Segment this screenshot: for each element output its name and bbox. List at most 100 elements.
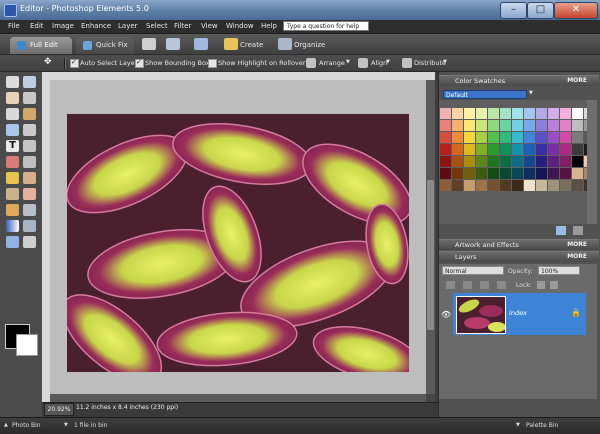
color-swatch[interactable] xyxy=(488,132,499,143)
crop-tool-icon[interactable] xyxy=(23,140,36,152)
arrange-dropdown[interactable]: Arrange xyxy=(319,59,345,67)
color-swatches-header[interactable]: Color Swatches MORE xyxy=(439,75,599,86)
magic-wand-tool-icon[interactable] xyxy=(6,124,19,136)
layers-header[interactable]: Layers MORE xyxy=(439,251,599,262)
color-swatch[interactable] xyxy=(452,180,463,191)
color-swatch[interactable] xyxy=(512,156,523,167)
color-swatch[interactable] xyxy=(560,132,571,143)
color-swatch[interactable] xyxy=(512,132,523,143)
color-swatch[interactable] xyxy=(512,168,523,179)
photo-bin-toggle-icon[interactable]: ▲ xyxy=(4,422,8,428)
paint-bucket-tool-icon[interactable] xyxy=(23,220,36,232)
document-size-info[interactable]: 11.2 inches x 8.4 inches (230 ppi) xyxy=(76,404,178,411)
color-swatch[interactable] xyxy=(572,144,583,155)
color-swatch[interactable] xyxy=(560,168,571,179)
blur-tool-icon[interactable] xyxy=(6,236,19,248)
brush-tool-icon[interactable] xyxy=(6,204,19,216)
color-swatch[interactable] xyxy=(440,108,451,119)
vertical-scrollbar[interactable] xyxy=(426,80,435,394)
color-swatch[interactable] xyxy=(464,132,475,143)
color-swatch[interactable] xyxy=(548,132,559,143)
zoom-tool-icon[interactable] xyxy=(23,76,36,88)
color-swatch[interactable] xyxy=(572,180,583,191)
artwork-effects-header[interactable]: Artwork and Effects MORE xyxy=(439,239,599,250)
blend-mode-select[interactable]: Normal xyxy=(442,266,504,275)
delete-layer-icon[interactable] xyxy=(480,281,489,289)
coleus-photo[interactable] xyxy=(67,114,409,372)
shape-tool-icon[interactable] xyxy=(6,172,19,184)
color-swatch[interactable] xyxy=(524,108,535,119)
color-swatch[interactable] xyxy=(440,132,451,143)
color-swatch[interactable] xyxy=(464,144,475,155)
color-swatch[interactable] xyxy=(500,108,511,119)
color-swatch[interactable] xyxy=(476,156,487,167)
color-swatch[interactable] xyxy=(524,156,535,167)
color-swatch[interactable] xyxy=(452,144,463,155)
auto-select-layer-checkbox[interactable] xyxy=(70,58,79,68)
color-swatch[interactable] xyxy=(524,144,535,155)
new-layer-icon[interactable] xyxy=(446,281,455,289)
color-swatch[interactable] xyxy=(512,180,523,191)
color-swatch[interactable] xyxy=(440,168,451,179)
opacity-field[interactable]: 100% xyxy=(538,266,580,275)
zoom-level-field[interactable]: 20.92% xyxy=(44,403,74,416)
color-swatch[interactable] xyxy=(440,180,451,191)
color-swatch[interactable] xyxy=(452,168,463,179)
color-swatch[interactable] xyxy=(488,168,499,179)
color-swatch[interactable] xyxy=(572,156,583,167)
delete-swatch-icon[interactable] xyxy=(573,226,583,235)
color-swatch[interactable] xyxy=(572,108,583,119)
create-button[interactable]: Create xyxy=(240,41,263,49)
color-swatch[interactable] xyxy=(548,168,559,179)
menu-edit[interactable]: Edit xyxy=(30,22,44,30)
order-prints-icon[interactable] xyxy=(194,38,208,50)
color-swatch[interactable] xyxy=(440,144,451,155)
photo-bin-button[interactable]: Photo Bin xyxy=(12,422,41,429)
color-swatch[interactable] xyxy=(524,180,535,191)
color-swatch[interactable] xyxy=(440,120,451,131)
color-swatch[interactable] xyxy=(476,120,487,131)
color-swatch[interactable] xyxy=(536,108,547,119)
selection-brush-tool-icon[interactable] xyxy=(23,124,36,136)
marquee-tool-icon[interactable] xyxy=(6,108,19,120)
color-swatch[interactable] xyxy=(464,156,475,167)
palette-bin-button[interactable]: Palette Bin xyxy=(526,422,558,429)
menu-enhance[interactable]: Enhance xyxy=(81,22,111,30)
cookie-cutter-tool-icon[interactable] xyxy=(23,156,36,168)
color-swatch[interactable] xyxy=(548,120,559,131)
color-swatch[interactable] xyxy=(452,132,463,143)
menu-image[interactable]: Image xyxy=(52,22,74,30)
color-swatch[interactable] xyxy=(488,180,499,191)
palette-bin-toggle-icon[interactable]: ▼ xyxy=(516,422,520,428)
clone-stamp-tool-icon[interactable] xyxy=(6,188,19,200)
color-swatch[interactable] xyxy=(536,156,547,167)
color-swatch[interactable] xyxy=(536,180,547,191)
color-swatch[interactable] xyxy=(536,120,547,131)
color-swatch[interactable] xyxy=(452,120,463,131)
color-swatch[interactable] xyxy=(536,132,547,143)
color-swatch[interactable] xyxy=(476,144,487,155)
layers-more-button[interactable]: MORE xyxy=(567,252,587,262)
swatch-preset-select[interactable]: Default xyxy=(443,90,527,99)
healing-brush-tool-icon[interactable] xyxy=(23,172,36,184)
color-swatch[interactable] xyxy=(560,108,571,119)
color-swatch[interactable] xyxy=(572,168,583,179)
color-swatch[interactable] xyxy=(464,120,475,131)
color-swatches-more-button[interactable]: MORE xyxy=(567,76,587,86)
eraser-tool-icon[interactable] xyxy=(23,188,36,200)
color-swatch[interactable] xyxy=(476,168,487,179)
eye-icon[interactable]: 👁 xyxy=(441,310,451,319)
color-swatch[interactable] xyxy=(464,180,475,191)
show-highlight-checkbox[interactable] xyxy=(208,59,217,68)
lock-all-icon[interactable] xyxy=(550,281,558,289)
close-button[interactable]: ✕ xyxy=(554,2,598,19)
menu-select[interactable]: Select xyxy=(146,22,168,30)
print-icon[interactable] xyxy=(142,38,156,50)
color-swatch[interactable] xyxy=(548,144,559,155)
menu-help[interactable]: Help xyxy=(261,22,277,30)
move-tool-icon[interactable] xyxy=(6,76,19,88)
color-swatch[interactable] xyxy=(548,180,559,191)
color-swatch[interactable] xyxy=(476,180,487,191)
type-tool-icon[interactable]: T xyxy=(6,140,19,152)
swatch-scrollbar[interactable] xyxy=(587,100,597,224)
